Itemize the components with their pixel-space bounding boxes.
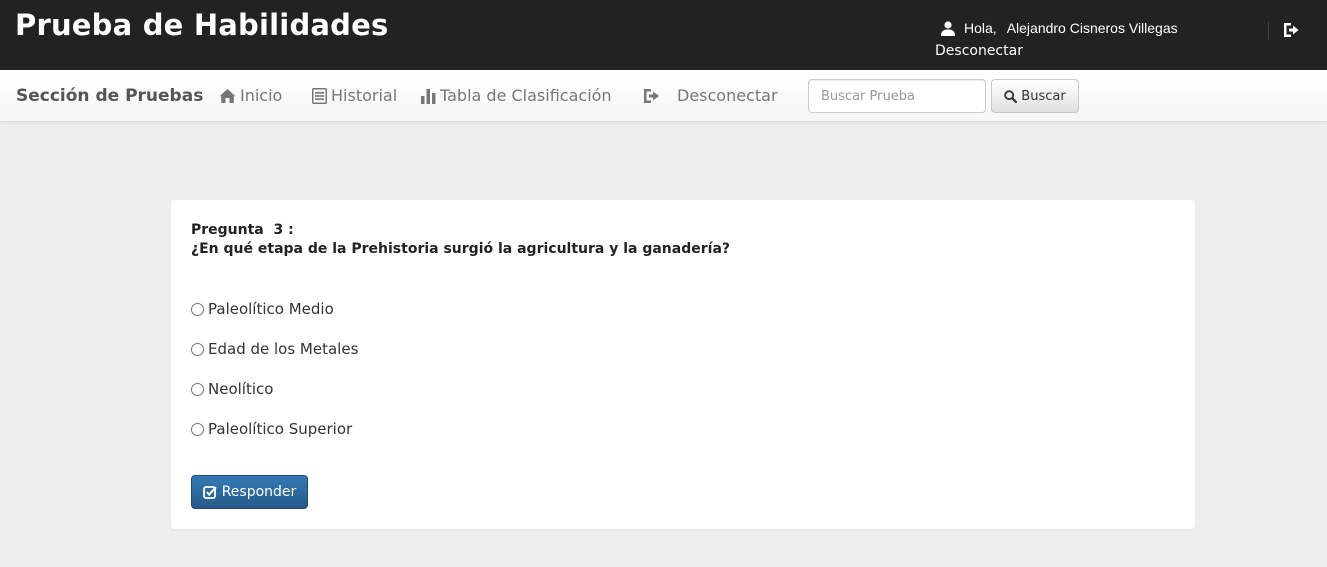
header-logout-link[interactable]: Desconectar [935,43,1023,59]
search-button[interactable]: Buscar [991,79,1079,113]
question-text: ¿En qué etapa de la Prehistoria surgió l… [191,241,731,257]
answer-option-label: Edad de los Metales [208,340,359,358]
check-square-icon [202,486,217,499]
submit-answer-button[interactable]: Responder [191,475,308,509]
logout-icon [644,88,659,103]
home-icon [219,88,236,103]
nav-item-tabla-clasificacion[interactable]: Tabla de Clasificación [421,86,612,105]
list-icon [312,87,327,104]
answer-option[interactable]: Paleolítico Medio [191,299,358,319]
answer-radio[interactable] [191,422,204,436]
answer-option-label: Neolítico [208,380,274,398]
question-panel: Pregunta 3 : ¿En qué etapa de la Prehist… [171,200,1195,529]
nav-item-label: Inicio [240,86,283,105]
nav-item-desconectar[interactable]: Desconectar [643,86,778,105]
answer-radio[interactable] [191,342,204,356]
answer-options: Paleolítico Medio Edad de los Metales Ne… [191,299,358,459]
answer-radio[interactable] [191,302,204,316]
bar-chart-icon [421,88,436,104]
header-divider [1268,22,1269,40]
search-button-label: Buscar [1021,88,1066,104]
answer-option[interactable]: Edad de los Metales [191,339,358,359]
logout-icon[interactable] [1282,21,1300,39]
navbar-brand[interactable]: Sección de Pruebas [16,86,203,106]
user-name: Alejandro Cisneros Villegas [1006,20,1178,36]
app-title: Prueba de Habilidades [15,8,389,42]
top-header: Prueba de Habilidades Hola, Alejandro Ci… [0,0,1327,70]
answer-option-label: Paleolítico Medio [208,300,334,318]
nav-item-inicio[interactable]: Inicio [219,86,282,105]
answer-option[interactable]: Paleolítico Superior [191,419,358,439]
nav-item-label: Tabla de Clasificación [440,86,612,105]
question-number: Pregunta 3 : [191,222,294,238]
user-greeting: Hola, Alejandro Cisneros Villegas [940,20,1178,36]
greeting-label: Hola, [964,20,997,36]
nav-item-historial[interactable]: Historial [312,86,397,105]
submit-answer-label: Responder [221,484,297,500]
search-input[interactable] [808,79,986,113]
user-icon [941,21,955,36]
nav-item-label: Historial [331,86,398,105]
search-icon [1004,89,1018,103]
answer-radio[interactable] [191,382,204,396]
navbar: Sección de Pruebas Inicio Historial Tabl… [0,70,1327,122]
nav-item-label: Desconectar [677,86,778,105]
answer-option-label: Paleolítico Superior [208,420,353,438]
answer-option[interactable]: Neolítico [191,379,358,399]
